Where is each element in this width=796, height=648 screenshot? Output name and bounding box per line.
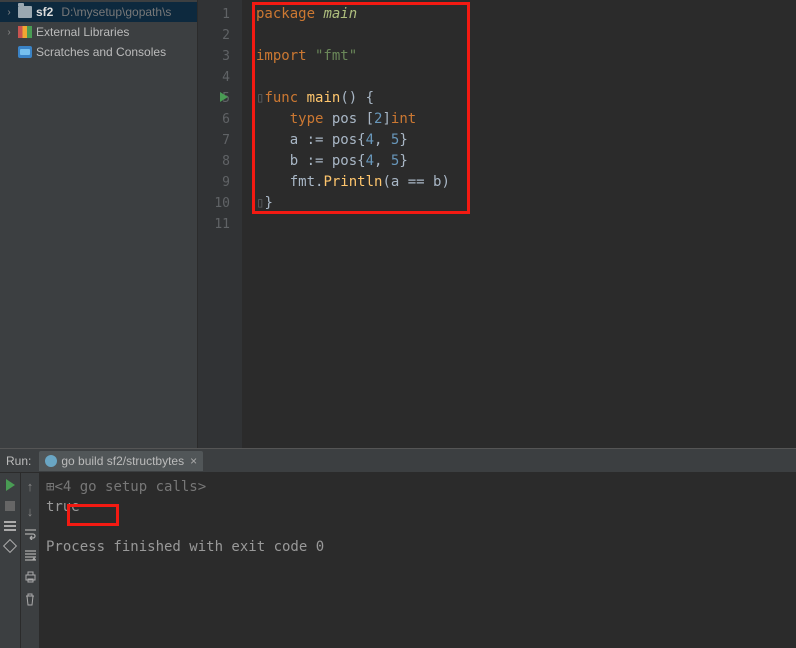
code-editor[interactable]: 1234567891011 package main import "fmt" … <box>198 0 796 448</box>
print-icon[interactable] <box>24 571 37 583</box>
chevron-right-icon[interactable]: › <box>4 7 14 18</box>
line-number[interactable]: 9 <box>222 172 242 193</box>
stop-button[interactable] <box>5 501 15 511</box>
layout-button[interactable] <box>4 521 16 531</box>
up-icon[interactable]: ↑ <box>27 479 34 494</box>
run-header: Run: go build sf2/structbytes × <box>0 449 796 473</box>
editor-gutter: 1234567891011 <box>198 0 242 448</box>
run-config-name: go build sf2/structbytes <box>61 454 184 468</box>
run-label: Run: <box>6 454 31 468</box>
line-number[interactable]: 7 <box>222 130 242 151</box>
run-toolbar-nav: ↑ ↓ <box>20 473 40 648</box>
trash-icon[interactable] <box>24 593 36 606</box>
scratches-label: Scratches and Consoles <box>36 45 166 59</box>
line-number[interactable]: 1 <box>222 4 242 25</box>
rerun-button[interactable] <box>6 479 15 491</box>
scroll-to-end-icon[interactable] <box>24 550 37 561</box>
run-toolbar-left <box>0 473 20 648</box>
chevron-right-icon[interactable]: › <box>4 27 14 38</box>
project-path: D:\mysetup\gopath\s <box>61 5 171 19</box>
line-number[interactable]: 5 <box>222 88 242 109</box>
folder-icon <box>18 6 32 18</box>
run-config-tab[interactable]: go build sf2/structbytes × <box>39 451 203 471</box>
close-icon[interactable]: × <box>190 454 197 468</box>
console-exit: Process finished with exit code 0 <box>46 537 790 557</box>
line-number[interactable]: 4 <box>222 67 242 88</box>
console-stdout: true <box>46 497 790 517</box>
scratches-icon <box>18 46 32 58</box>
line-number[interactable]: 3 <box>222 46 242 67</box>
project-name: sf2 <box>36 5 53 19</box>
line-number[interactable]: 10 <box>214 193 242 214</box>
libraries-icon <box>18 26 32 38</box>
line-number[interactable]: 2 <box>222 25 242 46</box>
soft-wrap-icon[interactable] <box>24 529 37 540</box>
line-number[interactable]: 11 <box>214 214 242 235</box>
fold-region[interactable]: <4 go setup calls> <box>54 479 206 495</box>
pin-button[interactable] <box>3 539 17 553</box>
down-icon[interactable]: ↓ <box>27 504 34 519</box>
code-area[interactable]: package main import "fmt" ▯func main() {… <box>242 0 796 448</box>
run-gutter-icon[interactable] <box>220 92 228 102</box>
console-output[interactable]: ⊞<4 go setup calls> true Process finishe… <box>40 473 796 648</box>
project-sidebar: › sf2 D:\mysetup\gopath\s › External Lib… <box>0 0 198 448</box>
external-libraries-label: External Libraries <box>36 25 129 39</box>
line-number[interactable]: 6 <box>222 109 242 130</box>
run-panel: Run: go build sf2/structbytes × ↑ ↓ ⊞<4 … <box>0 448 796 648</box>
go-icon <box>45 455 57 467</box>
scratches-row[interactable]: Scratches and Consoles <box>0 42 197 62</box>
line-number[interactable]: 8 <box>222 151 242 172</box>
external-libraries-row[interactable]: › External Libraries <box>0 22 197 42</box>
project-root-row[interactable]: › sf2 D:\mysetup\gopath\s <box>0 2 197 22</box>
